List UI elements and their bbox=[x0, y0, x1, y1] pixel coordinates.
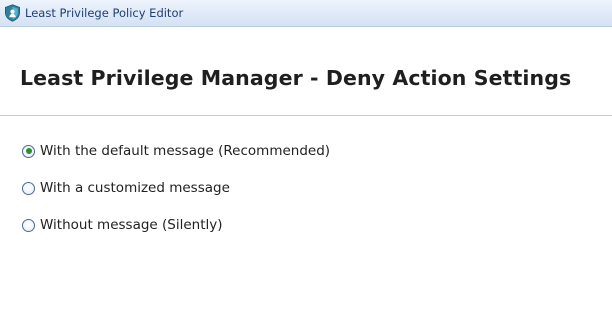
window-title: Least Privilege Policy Editor bbox=[25, 6, 184, 20]
option-without-message[interactable]: Without message (Silently) bbox=[22, 216, 330, 234]
option-label[interactable]: Without message (Silently) bbox=[40, 217, 223, 233]
radio-default-message[interactable] bbox=[22, 144, 35, 158]
title-bar[interactable]: Least Privilege Policy Editor bbox=[0, 0, 612, 27]
shield-icon bbox=[4, 4, 21, 22]
deny-action-option-group: With the default message (Recommended) W… bbox=[22, 142, 330, 253]
page-title: Least Privilege Manager - Deny Action Se… bbox=[20, 66, 572, 90]
policy-editor-window: Least Privilege Policy Editor Least Priv… bbox=[0, 0, 612, 310]
option-label[interactable]: With a customized message bbox=[40, 180, 230, 196]
header-divider bbox=[0, 115, 612, 116]
radio-without-message[interactable] bbox=[22, 218, 35, 232]
option-default-message[interactable]: With the default message (Recommended) bbox=[22, 142, 330, 160]
option-customized-message[interactable]: With a customized message bbox=[22, 179, 330, 197]
radio-customized-message[interactable] bbox=[22, 181, 35, 195]
option-label[interactable]: With the default message (Recommended) bbox=[40, 143, 330, 159]
